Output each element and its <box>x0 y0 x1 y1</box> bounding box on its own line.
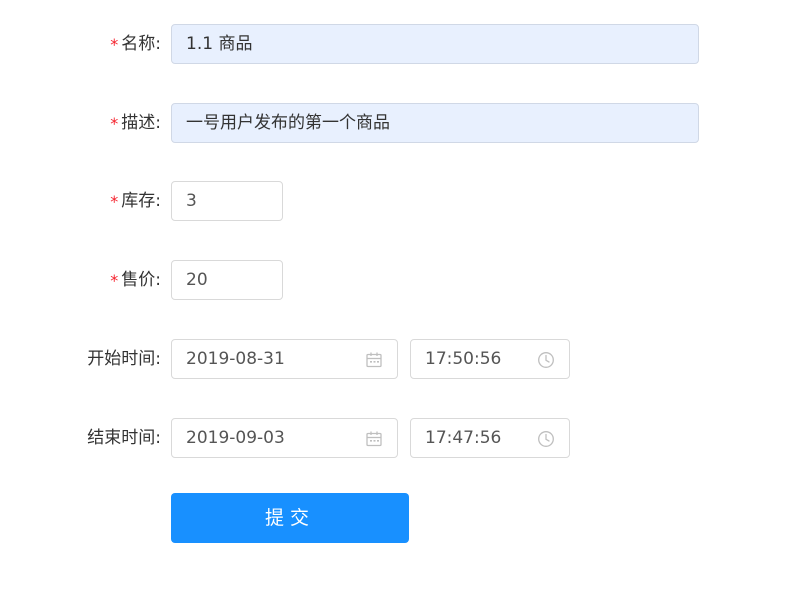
calendar-icon <box>366 431 382 447</box>
form-row-end-time: 结束时间: 2019-09-03 17:47:56 <box>0 418 797 458</box>
description-input-value: 一号用户发布的第一个商品 <box>186 113 390 133</box>
stock-label-text: 库存: <box>121 191 161 211</box>
description-label-text: 描述: <box>121 113 161 133</box>
start-time-picker[interactable]: 17:50:56 <box>410 339 570 379</box>
start-time-value: 17:50:56 <box>425 349 502 369</box>
form-row-start-time: 开始时间: 2019-08-31 17:50:56 <box>0 339 797 379</box>
required-mark: * <box>110 271 119 290</box>
calendar-icon <box>366 352 382 368</box>
price-input-value: 20 <box>186 270 208 290</box>
start-date-value: 2019-08-31 <box>186 349 285 369</box>
stock-input-value: 3 <box>186 191 197 211</box>
name-label-text: 名称: <box>121 34 161 54</box>
required-mark: * <box>110 114 119 133</box>
clock-icon <box>538 352 554 368</box>
form-row-name: * 名称: 1.1 商品 <box>0 24 797 64</box>
start-date-picker[interactable]: 2019-08-31 <box>171 339 398 379</box>
required-mark: * <box>110 35 119 54</box>
form-row-stock: * 库存: 3 <box>0 181 797 221</box>
end-date-picker[interactable]: 2019-09-03 <box>171 418 398 458</box>
submit-button[interactable]: 提交 <box>171 493 409 543</box>
end-time-picker[interactable]: 17:47:56 <box>410 418 570 458</box>
price-input[interactable]: 20 <box>171 260 283 300</box>
form-row-description: * 描述: 一号用户发布的第一个商品 <box>0 103 797 143</box>
end-date-value: 2019-09-03 <box>186 428 285 448</box>
required-mark: * <box>110 192 119 211</box>
end-time-value: 17:47:56 <box>425 428 502 448</box>
price-label: * 售价: <box>110 260 161 300</box>
description-label: * 描述: <box>110 103 161 143</box>
form-row-price: * 售价: 20 <box>0 260 797 300</box>
description-input[interactable]: 一号用户发布的第一个商品 <box>171 103 699 143</box>
end-time-label: 结束时间: <box>87 428 161 448</box>
name-input-value: 1.1 商品 <box>186 34 253 54</box>
name-input[interactable]: 1.1 商品 <box>171 24 699 64</box>
price-label-text: 售价: <box>121 270 161 290</box>
start-time-label: 开始时间: <box>87 349 161 369</box>
stock-label: * 库存: <box>110 181 161 221</box>
stock-input[interactable]: 3 <box>171 181 283 221</box>
clock-icon <box>538 431 554 447</box>
name-label: * 名称: <box>110 24 161 64</box>
